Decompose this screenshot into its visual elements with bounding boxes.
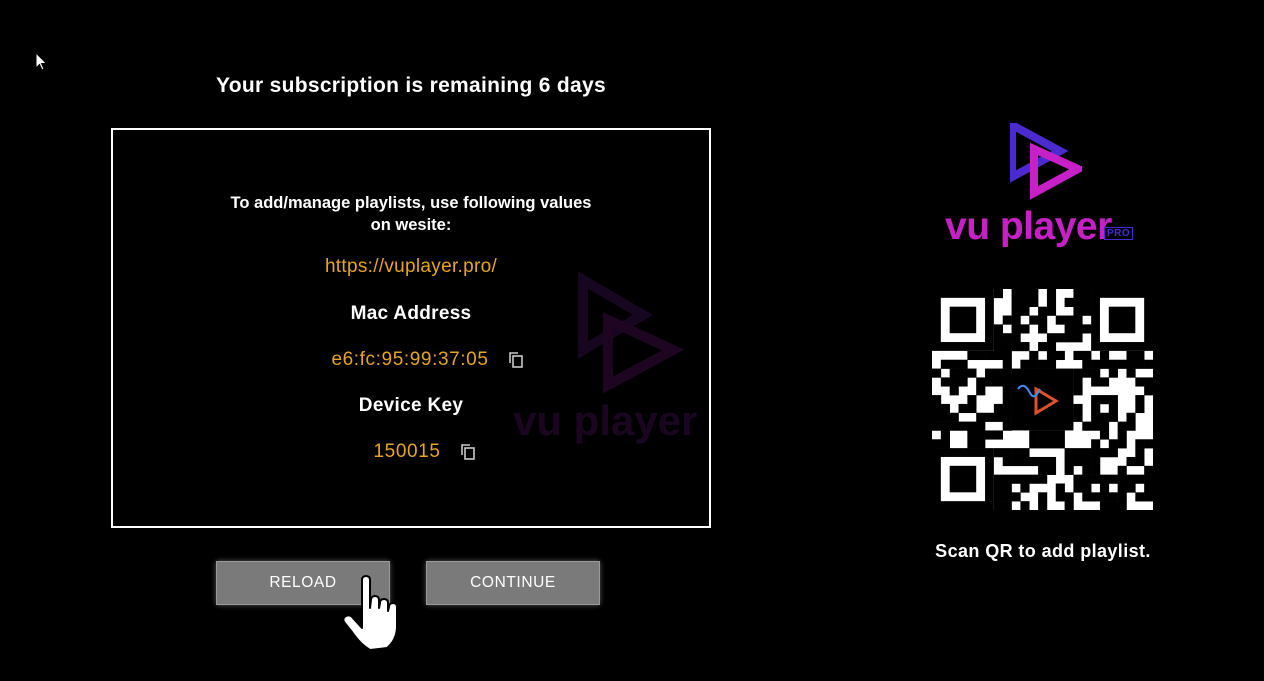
mac-address-row: e6:fc:95:99:37:05	[113, 349, 709, 371]
device-key-row: 150015	[113, 441, 709, 463]
website-url: https://vuplayer.pro/	[324, 256, 498, 277]
mac-address-value: e6:fc:95:99:37:05	[331, 349, 489, 370]
device-key-label: Device Key	[358, 395, 464, 416]
copy-icon[interactable]	[460, 444, 475, 460]
subscription-screen: Your subscription is remaining 6 days vu…	[0, 0, 1264, 681]
scan-qr-caption: Scan QR to add playlist.	[935, 541, 1151, 561]
playlist-info-panel: vu player To add/manage playlists, use f…	[111, 128, 711, 528]
continue-button[interactable]: CONTINUE	[426, 561, 600, 605]
mac-address-label: Mac Address	[350, 303, 472, 324]
instructions-text: To add/manage playlists, use following v…	[113, 192, 709, 236]
vuplayer-logo: vu player PRO	[940, 123, 1150, 253]
qr-finder-pattern	[932, 289, 994, 351]
brand-badge: PRO	[1104, 227, 1134, 240]
device-key-value: 150015	[373, 441, 441, 462]
subscription-message: Your subscription is remaining 6 days	[216, 74, 606, 97]
qr-center-logo	[1011, 368, 1074, 431]
hand-pointer-icon	[342, 575, 398, 651]
brand-name: vu player	[945, 205, 1112, 248]
instructions-line: To add/manage playlists, use following v…	[230, 194, 592, 212]
arrow-cursor-icon	[35, 52, 48, 71]
copy-icon[interactable]	[508, 352, 523, 368]
instructions-line: on wesite:	[370, 216, 452, 234]
play-logo-icon	[1010, 123, 1082, 200]
qr-finder-pattern	[1091, 289, 1153, 351]
qr-finder-pattern	[932, 448, 994, 510]
playlist-qr-code[interactable]	[932, 289, 1153, 510]
